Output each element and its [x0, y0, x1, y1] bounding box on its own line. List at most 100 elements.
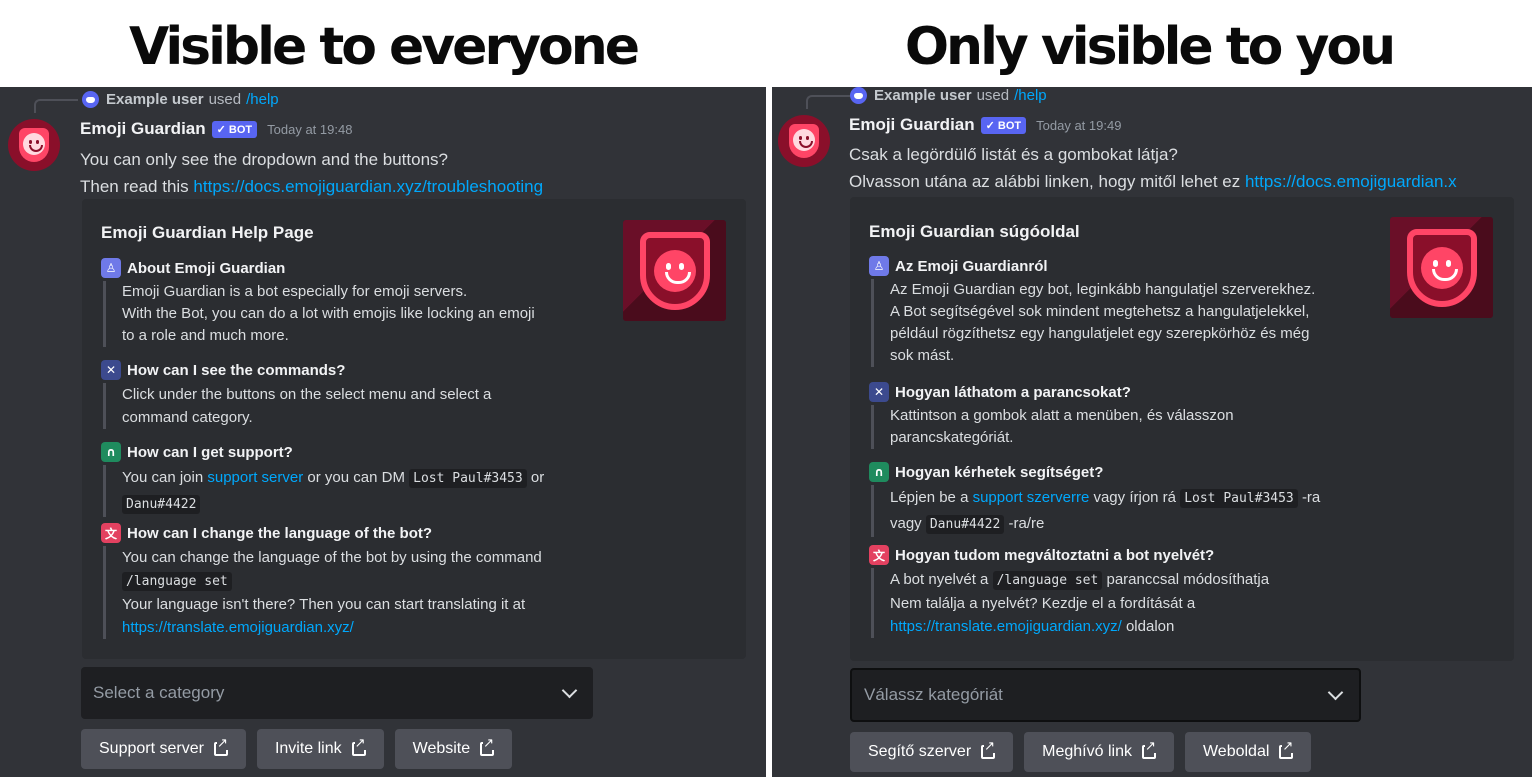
website-button[interactable]: Weboldal [1184, 732, 1312, 772]
shield-badge-icon: ♙ [101, 258, 121, 278]
translate-link[interactable]: https://translate.emojiguardian.xyz/ [122, 616, 601, 639]
help-embed: Emoji Guardian súgóoldal ♙ Az Emoji Guard… [850, 197, 1514, 661]
inline-code: /language set [122, 572, 232, 591]
reply-used-text: used [976, 87, 1010, 104]
message-content: You can only see the dropdown and the bu… [80, 146, 543, 200]
field-text: vagy [890, 515, 922, 532]
bot-name[interactable]: Emoji Guardian [80, 119, 206, 139]
embed-thumbnail[interactable] [623, 220, 726, 321]
website-button[interactable]: Website [394, 729, 513, 769]
category-select[interactable]: Válassz kategóriát [850, 668, 1361, 722]
embed-field-about: ♙ Az Emoji Guardianról Az Emoji Guardian … [869, 255, 1389, 367]
reply-reference[interactable]: Example user used /help [82, 91, 279, 108]
discord-panel-public: Example user used /help Emoji Guardian ✓… [0, 87, 766, 777]
field-text: command category. [122, 409, 253, 426]
button-label: Invite link [274, 740, 342, 757]
field-text: vagy írjon rá [1093, 489, 1177, 506]
field-text: You can change the language of the bot b… [122, 549, 542, 566]
field-name: About Emoji Guardian [127, 259, 286, 277]
shield-badge-icon: ♙ [869, 256, 889, 276]
field-name: How can I get support? [127, 443, 293, 461]
embed-field-commands: ✕ How can I see the commands? Click under… [101, 359, 601, 429]
embed-thumbnail[interactable] [1390, 217, 1493, 318]
support-server-button[interactable]: Support server [81, 729, 246, 769]
reply-reference[interactable]: Example user used /help [850, 87, 1047, 104]
external-link-icon [981, 740, 996, 759]
bot-name[interactable]: Emoji Guardian [849, 115, 975, 135]
field-name: Hogyan kérhetek segítséget? [895, 463, 1104, 481]
field-text: például rögzíthetsz egy hangulatjelet eg… [890, 325, 1310, 342]
invite-link-button[interactable]: Invite link [256, 729, 384, 769]
reply-used-text: used [208, 91, 242, 108]
button-label: Website [412, 740, 471, 757]
field-text: Click under the buttons on the select me… [122, 386, 492, 403]
embed-field-about: ♙ About Emoji Guardian Emoji Guardian is … [101, 257, 601, 347]
category-select[interactable]: Select a category [81, 667, 593, 719]
button-row: Segítő szerver Meghívó link Weboldal [850, 732, 1312, 772]
chevron-down-icon [561, 682, 578, 698]
reply-command[interactable]: /help [1014, 87, 1047, 104]
reply-username[interactable]: Example user [106, 91, 204, 108]
invite-link-button[interactable]: Meghívó link [1024, 732, 1174, 772]
message-line-2-text: Then read this [80, 177, 189, 196]
reply-username[interactable]: Example user [874, 87, 972, 104]
message-content: Csak a legördülő listát és a gombokat lá… [849, 141, 1457, 195]
translate-link[interactable]: https://translate.emojiguardian.xyz/ [890, 618, 1122, 635]
heading-visible-to-everyone: Visible to everyone [128, 17, 640, 77]
field-text: A Bot segítségével sok mindent megtehets… [890, 303, 1310, 320]
troubleshooting-link[interactable]: https://docs.emojiguardian.x [1245, 172, 1457, 191]
external-link-icon [1279, 740, 1294, 759]
message-line-2: Then read this https://docs.emojiguardia… [80, 173, 543, 200]
embed-field-support: ∩ Hogyan kérhetek segítséget? Lépjen be a… [869, 461, 1369, 537]
field-name: How can I change the language of the bot… [127, 524, 433, 542]
shield-smile-icon [19, 128, 49, 162]
shield-smile-icon [1406, 228, 1477, 307]
field-text: Emoji Guardian is a bot especially for e… [122, 283, 468, 300]
reply-connector [806, 95, 850, 109]
message-line-1: Csak a legördülő listát és a gombokat lá… [849, 145, 1178, 164]
tools-icon: ✕ [869, 382, 889, 402]
tools-icon: ✕ [101, 360, 121, 380]
support-server-link[interactable]: support szerverre [973, 489, 1090, 506]
translate-icon: 文 [101, 523, 121, 543]
discord-logo-icon [850, 87, 867, 104]
field-text: A bot nyelvét a [890, 571, 989, 588]
support-server-button[interactable]: Segítő szerver [850, 732, 1014, 772]
button-label: Weboldal [1202, 743, 1270, 760]
external-link-icon [213, 737, 228, 756]
field-text: Az Emoji Guardian egy bot, leginkább han… [890, 281, 1316, 298]
field-text: parancskategóriát. [890, 429, 1014, 446]
message-header: Emoji Guardian ✓ BOT Today at 19:49 [849, 115, 1121, 135]
field-text: paranccsal módosíthatja [1106, 571, 1270, 588]
timestamp: Today at 19:49 [1036, 117, 1122, 133]
chevron-down-icon [1327, 684, 1344, 700]
support-server-link[interactable]: support server [207, 469, 303, 486]
field-text: -ra/re [1008, 515, 1045, 532]
inline-code: /language set [992, 571, 1103, 590]
field-text: Your language isn't there? Then you can … [122, 596, 526, 613]
field-name: Hogyan láthatom a parancsokat? [895, 383, 1131, 401]
embed-field-support: ∩ How can I get support? You can join sup… [101, 441, 601, 517]
field-text: -ra [1301, 489, 1321, 506]
embed-title: Emoji Guardian súgóoldal [869, 222, 1080, 241]
field-text: or [530, 469, 545, 486]
troubleshooting-link[interactable]: https://docs.emojiguardian.xyz/troublesh… [193, 177, 543, 196]
field-text: oldalon [1125, 618, 1175, 635]
shield-smile-icon [789, 124, 819, 158]
headset-icon: ∩ [101, 442, 121, 462]
embed-field-language: 文 How can I change the language of the bo… [101, 522, 601, 639]
bot-badge: ✓ BOT [980, 116, 1027, 134]
message-line-2: Olvasson utána az alábbi linken, hogy mi… [849, 168, 1457, 195]
select-placeholder: Select a category [93, 683, 225, 702]
button-label: Segítő szerver [868, 743, 972, 760]
embed-field-language: 文 Hogyan tudom megváltoztatni a bot nyelv… [869, 544, 1389, 638]
button-row: Support server Invite link Website [81, 729, 513, 769]
external-link-icon [1141, 740, 1156, 759]
bot-avatar[interactable] [778, 115, 830, 167]
reply-command[interactable]: /help [246, 91, 279, 108]
bot-avatar[interactable] [8, 119, 60, 171]
heading-only-visible-to-you: Only visible to you [904, 17, 1396, 77]
field-text: to a role and much more. [122, 327, 289, 344]
field-text: You can join [122, 469, 204, 486]
embed-title: Emoji Guardian Help Page [101, 223, 314, 242]
